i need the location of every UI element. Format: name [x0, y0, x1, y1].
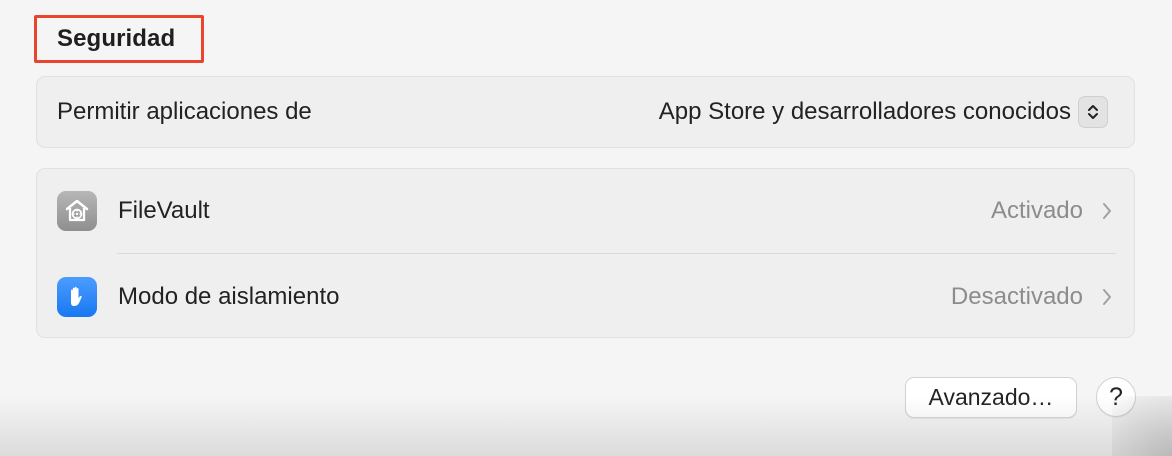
filevault-label: FileVault — [118, 197, 210, 224]
help-button[interactable]: ? — [1096, 377, 1136, 417]
chevron-up-down-icon[interactable] — [1078, 96, 1108, 128]
chevron-right-icon — [1100, 286, 1114, 308]
lockdown-mode-label: Modo de aislamiento — [118, 283, 340, 310]
page-title: Seguridad — [57, 25, 176, 52]
allow-apps-selected-value[interactable]: App Store y desarrolladores conocidos — [659, 98, 1071, 126]
allow-apps-label: Permitir aplicaciones de — [57, 98, 312, 125]
lockdown-hand-icon — [57, 277, 97, 317]
advanced-button[interactable]: Avanzado… — [905, 377, 1077, 418]
row-divider — [117, 253, 1116, 254]
allow-apps-select[interactable]: App Store y desarrolladores conocidos — [659, 96, 1108, 128]
allow-apps-card: Permitir aplicaciones de App Store y des… — [36, 76, 1135, 148]
filevault-status: Activado — [990, 197, 1083, 224]
security-settings-list: FileVault Activado Modo de aislamiento D… — [36, 168, 1135, 338]
filevault-row[interactable]: FileVault Activado — [37, 169, 1134, 253]
filevault-icon — [57, 191, 97, 231]
lockdown-mode-row[interactable]: Modo de aislamiento Desactivado — [37, 255, 1134, 339]
security-section-title-frame: Seguridad — [34, 15, 204, 63]
lockdown-mode-status: Desactivado — [950, 283, 1083, 310]
chevron-right-icon — [1100, 200, 1114, 222]
